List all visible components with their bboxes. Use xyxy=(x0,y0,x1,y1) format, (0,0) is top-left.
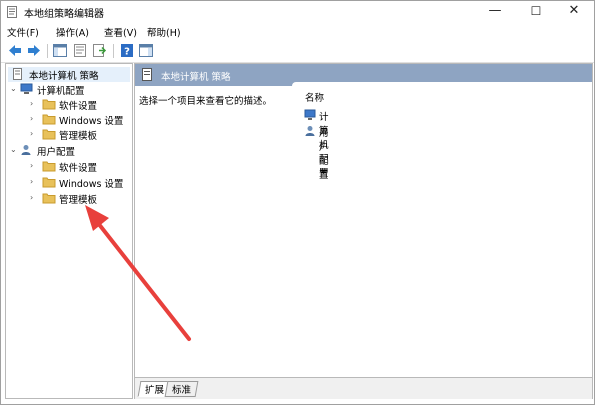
details-pane: 本地计算机 策略 选择一个项目来查看它的描述。 名称 计算机配置 用户配置 扩展… xyxy=(134,63,593,399)
tree-item-user-config[interactable]: ⌄ 用户配置 xyxy=(10,143,130,158)
tree-item-user-windows-settings[interactable]: › Windows 设置 xyxy=(30,175,130,190)
help-icon[interactable]: ? xyxy=(119,43,135,58)
items-list: 名称 计算机配置 用户配置 xyxy=(292,82,592,377)
minimize-button[interactable]: — xyxy=(475,1,515,21)
tree-item-computer-windows-settings[interactable]: › Windows 设置 xyxy=(30,112,130,127)
tree-label: Windows 设置 xyxy=(59,116,124,127)
window-title: 本地组策略编辑器 xyxy=(24,9,104,20)
chevron-right-icon[interactable]: › xyxy=(30,177,38,187)
chevron-down-icon[interactable]: ⌄ xyxy=(10,145,18,155)
show-hide-action-pane-icon[interactable] xyxy=(138,43,154,58)
policy-document-icon xyxy=(13,68,22,80)
column-header-name[interactable]: 名称 xyxy=(305,90,324,104)
user-icon xyxy=(305,126,315,136)
folder-icon xyxy=(42,177,56,188)
view-tabs: 扩展 标准 xyxy=(135,377,592,399)
tree-label: 管理模板 xyxy=(59,131,98,142)
tree-label: 用户配置 xyxy=(37,147,76,158)
folder-icon xyxy=(42,114,56,125)
list-item-label: 用户配置 xyxy=(319,128,329,181)
tree-label: 管理模板 xyxy=(59,195,98,206)
tree-item-user-software-settings[interactable]: › 软件设置 xyxy=(30,159,130,174)
maximize-button[interactable]: ☐ xyxy=(516,1,556,21)
chevron-down-icon[interactable]: ⌄ xyxy=(10,84,18,94)
back-arrow-icon[interactable] xyxy=(7,43,23,58)
computer-icon xyxy=(304,109,316,120)
export-list-icon[interactable] xyxy=(91,43,107,58)
tree-label: Windows 设置 xyxy=(59,179,124,190)
policy-document-icon xyxy=(142,68,152,81)
menu-action[interactable]: 操作(A) xyxy=(56,25,89,39)
menu-bar: 文件(F) 操作(A) 查看(V) 帮助(H) xyxy=(1,23,594,40)
folder-icon xyxy=(42,99,56,110)
chevron-right-icon[interactable]: › xyxy=(30,99,38,109)
console-tree: 本地计算机 策略 ⌄ 计算机配置 › 软件设置 › Windows 设置 › 管… xyxy=(5,63,133,399)
tree-label: 计算机配置 xyxy=(37,86,85,97)
menu-help[interactable]: 帮助(H) xyxy=(147,25,181,39)
toolbar: ? xyxy=(1,40,594,63)
chevron-right-icon[interactable]: › xyxy=(30,114,38,124)
app-icon xyxy=(7,6,17,18)
toolbar-separator xyxy=(47,44,48,58)
description-text: 选择一个项目来查看它的描述。 xyxy=(139,96,273,107)
forward-arrow-icon[interactable] xyxy=(26,43,42,58)
tree-root-label: 本地计算机 策略 xyxy=(29,71,99,82)
tree-item-user-admin-templates[interactable]: › 管理模板 xyxy=(30,191,130,206)
properties-icon[interactable] xyxy=(72,43,88,58)
user-icon xyxy=(21,145,31,155)
chevron-right-icon[interactable]: › xyxy=(30,193,38,203)
title-bar: 本地组策略编辑器 — ☐ ✕ xyxy=(1,1,594,23)
menu-view[interactable]: 查看(V) xyxy=(104,25,137,39)
chevron-right-icon[interactable]: › xyxy=(30,129,38,139)
tab-standard[interactable]: 标准 xyxy=(164,381,199,397)
computer-icon xyxy=(20,83,33,94)
tree-label: 软件设置 xyxy=(59,101,98,112)
folder-icon xyxy=(42,161,56,172)
tree-label: 软件设置 xyxy=(59,163,98,174)
group-policy-editor-window: 本地组策略编辑器 — ☐ ✕ 文件(F) 操作(A) 查看(V) 帮助(H) ? xyxy=(0,0,595,405)
details-title: 本地计算机 策略 xyxy=(161,72,231,83)
tree-item-computer-admin-templates[interactable]: › 管理模板 xyxy=(30,127,130,142)
svg-text:?: ? xyxy=(124,47,130,58)
tree-root-local-computer-policy[interactable]: 本地计算机 策略 xyxy=(8,67,130,82)
tree-item-computer-software-settings[interactable]: › 软件设置 xyxy=(30,97,130,112)
close-button[interactable]: ✕ xyxy=(554,1,594,21)
show-hide-tree-icon[interactable] xyxy=(52,43,68,58)
tree-item-computer-config[interactable]: ⌄ 计算机配置 xyxy=(10,82,130,97)
folder-icon xyxy=(42,129,56,140)
chevron-right-icon[interactable]: › xyxy=(30,161,38,171)
menu-file[interactable]: 文件(F) xyxy=(7,25,39,39)
toolbar-separator xyxy=(113,44,114,58)
folder-icon xyxy=(42,193,56,204)
